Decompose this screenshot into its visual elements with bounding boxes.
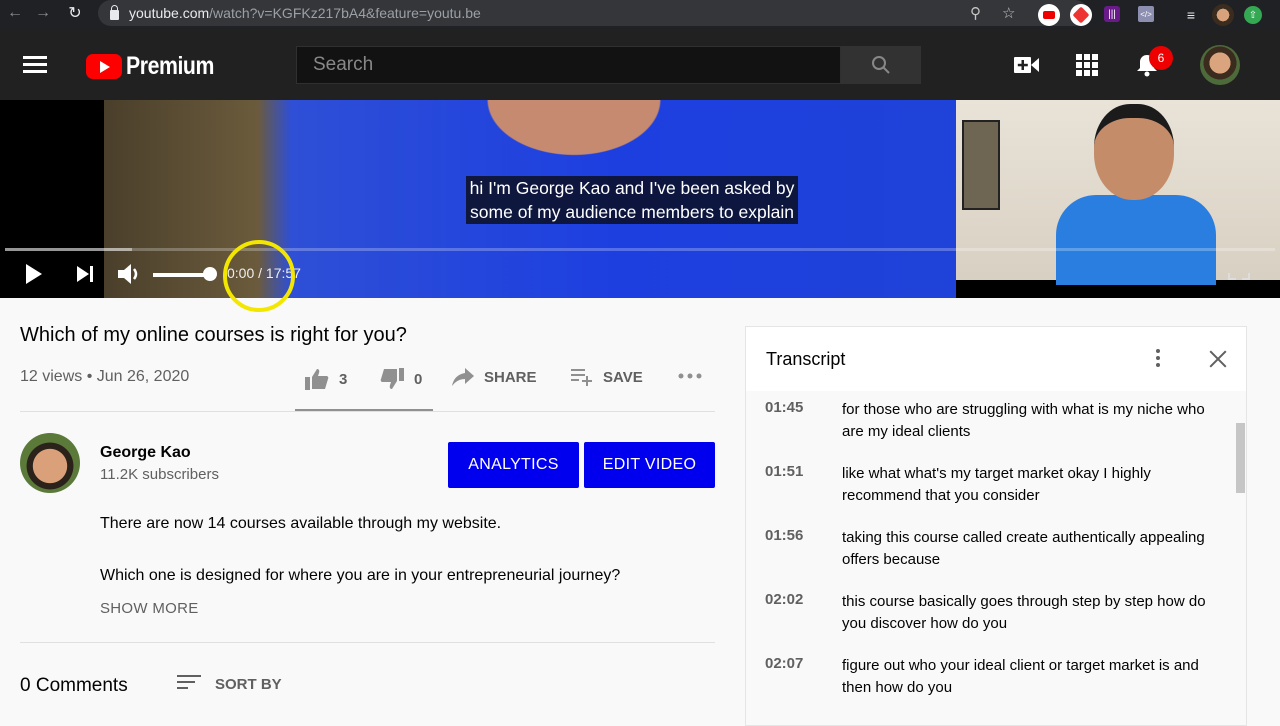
video-title: Which of my online courses is right for … <box>20 324 407 346</box>
transcript-text: taking this course called create authent… <box>842 529 1205 568</box>
thumbs-down-icon <box>380 368 404 389</box>
transcript-timestamp: 01:45 <box>765 399 804 416</box>
search-input[interactable]: Search <box>296 46 841 84</box>
analytics-extension-icon[interactable]: ||| <box>1104 6 1120 22</box>
time-display: 0:00 / 17:57 <box>227 265 301 281</box>
share-button[interactable]: SHARE <box>452 368 537 386</box>
share-label: SHARE <box>484 368 537 386</box>
edit-video-button[interactable]: EDIT VIDEO <box>584 442 715 488</box>
fullscreen-icon[interactable] <box>1228 266 1250 280</box>
thumbs-up-icon <box>305 369 329 390</box>
menu-icon[interactable] <box>23 56 47 74</box>
play-icon[interactable] <box>24 262 44 286</box>
transcript-row[interactable]: 01:45 for those who are struggling with w… <box>746 391 1236 455</box>
transcript-panel: Transcript 01:45 for those who are strugg… <box>745 326 1247 726</box>
share-arrow-icon <box>452 368 474 386</box>
sort-by-button[interactable]: SORT BY <box>177 675 282 693</box>
transcript-text: for those who are struggling with what i… <box>842 401 1205 440</box>
dislike-count: 0 <box>414 370 423 388</box>
progress-loaded <box>5 248 132 251</box>
youtube-premium-logo[interactable]: Premium <box>86 52 229 81</box>
analytics-button[interactable]: ANALYTICS <box>448 442 579 488</box>
search-placeholder: Search <box>313 54 374 75</box>
dislike-button[interactable]: 0 <box>380 368 422 390</box>
bookmark-star-icon[interactable]: ☆ <box>1002 4 1015 22</box>
transcript-scrollbar[interactable] <box>1236 423 1245 493</box>
address-bar[interactable]: youtube.com/watch?v=KGFKz217bA4&feature=… <box>98 0 1088 26</box>
save-button[interactable]: SAVE <box>571 368 643 386</box>
tag-extension-icon[interactable] <box>1070 4 1092 26</box>
youtube-extension-icon[interactable] <box>1038 4 1060 26</box>
next-icon[interactable] <box>76 265 94 283</box>
volume-icon[interactable] <box>117 263 143 285</box>
transcript-text: figure out who your ideal client or targ… <box>842 657 1199 696</box>
channel-avatar[interactable] <box>20 433 80 493</box>
reload-icon[interactable]: ↻ <box>60 3 90 23</box>
video-player[interactable]: hi I'm George Kao and I've been asked by… <box>0 100 1280 298</box>
transcript-title: Transcript <box>766 349 846 369</box>
volume-slider-handle[interactable] <box>203 267 217 281</box>
url-host: youtube.com <box>129 5 210 21</box>
youtube-play-logo-icon <box>86 54 122 79</box>
sort-by-label: SORT BY <box>215 675 282 693</box>
closed-captions: hi I'm George Kao and I've been asked by… <box>0 176 1264 224</box>
comments-count: 0 Comments <box>20 675 128 696</box>
transcript-text: this course basically goes through step … <box>842 593 1206 632</box>
transcript-list: 01:45 for those who are struggling with w… <box>746 391 1236 711</box>
video-meta: 12 views • Jun 26, 2020 <box>20 368 190 385</box>
apps-grid-icon[interactable] <box>1073 52 1101 78</box>
channel-name[interactable]: George Kao <box>100 444 191 462</box>
profile-avatar-icon[interactable] <box>1212 4 1234 26</box>
more-actions-button[interactable] <box>678 373 702 379</box>
url-path: /watch?v=KGFKz217bA4&feature=youtu.be <box>209 5 481 21</box>
logo-text: Premium <box>126 52 214 80</box>
video-actions: 3 0 SHARE SAVE <box>295 360 715 412</box>
lock-icon <box>110 5 119 20</box>
more-vertical-icon[interactable] <box>1153 349 1163 371</box>
divider <box>20 642 715 643</box>
subscriber-count: 11.2K subscribers <box>100 466 219 483</box>
search-button[interactable] <box>841 46 921 84</box>
transcript-row[interactable]: 02:02 this course basically goes through … <box>746 583 1236 647</box>
browser-toolbar: ← → ↻ youtube.com/watch?v=KGFKz217bA4&fe… <box>0 0 1280 30</box>
divider <box>20 411 715 412</box>
update-icon[interactable]: ⇧ <box>1244 6 1262 24</box>
sort-icon <box>177 675 201 693</box>
close-icon[interactable] <box>1206 347 1230 371</box>
transcript-header: Transcript <box>746 327 1246 391</box>
zoom-icon[interactable]: ⚲ <box>970 4 981 22</box>
player-controls: 0:00 / 17:57 <box>0 252 1280 298</box>
transcript-row[interactable]: 02:07 figure out who your ideal client or… <box>746 647 1236 711</box>
youtube-header: Premium Search 6 <box>0 30 1280 100</box>
like-count: 3 <box>339 370 348 388</box>
caption-line-2: some of my audience members to explain <box>466 200 798 224</box>
transcript-row[interactable]: 01:51 like what what's my target market o… <box>746 455 1236 519</box>
search-icon <box>872 56 890 74</box>
create-video-icon[interactable] <box>1013 52 1041 78</box>
transcript-timestamp: 02:07 <box>765 655 804 672</box>
show-more-button[interactable]: SHOW MORE <box>100 600 199 617</box>
save-label: SAVE <box>603 368 643 386</box>
description-line-2: Which one is designed for where you are … <box>100 567 621 584</box>
transcript-timestamp: 01:56 <box>765 527 804 544</box>
like-button[interactable]: 3 <box>305 368 347 390</box>
code-extension-icon[interactable]: </> <box>1138 6 1154 22</box>
account-avatar[interactable] <box>1200 45 1240 85</box>
transcript-row[interactable]: 01:56 taking this course called create au… <box>746 519 1236 583</box>
add-to-playlist-icon <box>571 369 592 386</box>
back-icon[interactable]: ← <box>0 4 30 22</box>
transcript-text: like what what's my target market okay I… <box>842 465 1151 504</box>
playlist-icon[interactable]: ≡ <box>1180 4 1202 26</box>
forward-icon[interactable]: → <box>28 4 58 22</box>
caption-line-1: hi I'm George Kao and I've been asked by <box>465 176 799 200</box>
transcript-timestamp: 02:02 <box>765 591 804 608</box>
notification-count-badge: 6 <box>1149 46 1173 70</box>
more-horizontal-icon <box>678 373 702 379</box>
progress-bar[interactable] <box>5 248 1275 251</box>
description-line-1: There are now 14 courses available throu… <box>100 515 502 532</box>
transcript-timestamp: 01:51 <box>765 463 804 480</box>
